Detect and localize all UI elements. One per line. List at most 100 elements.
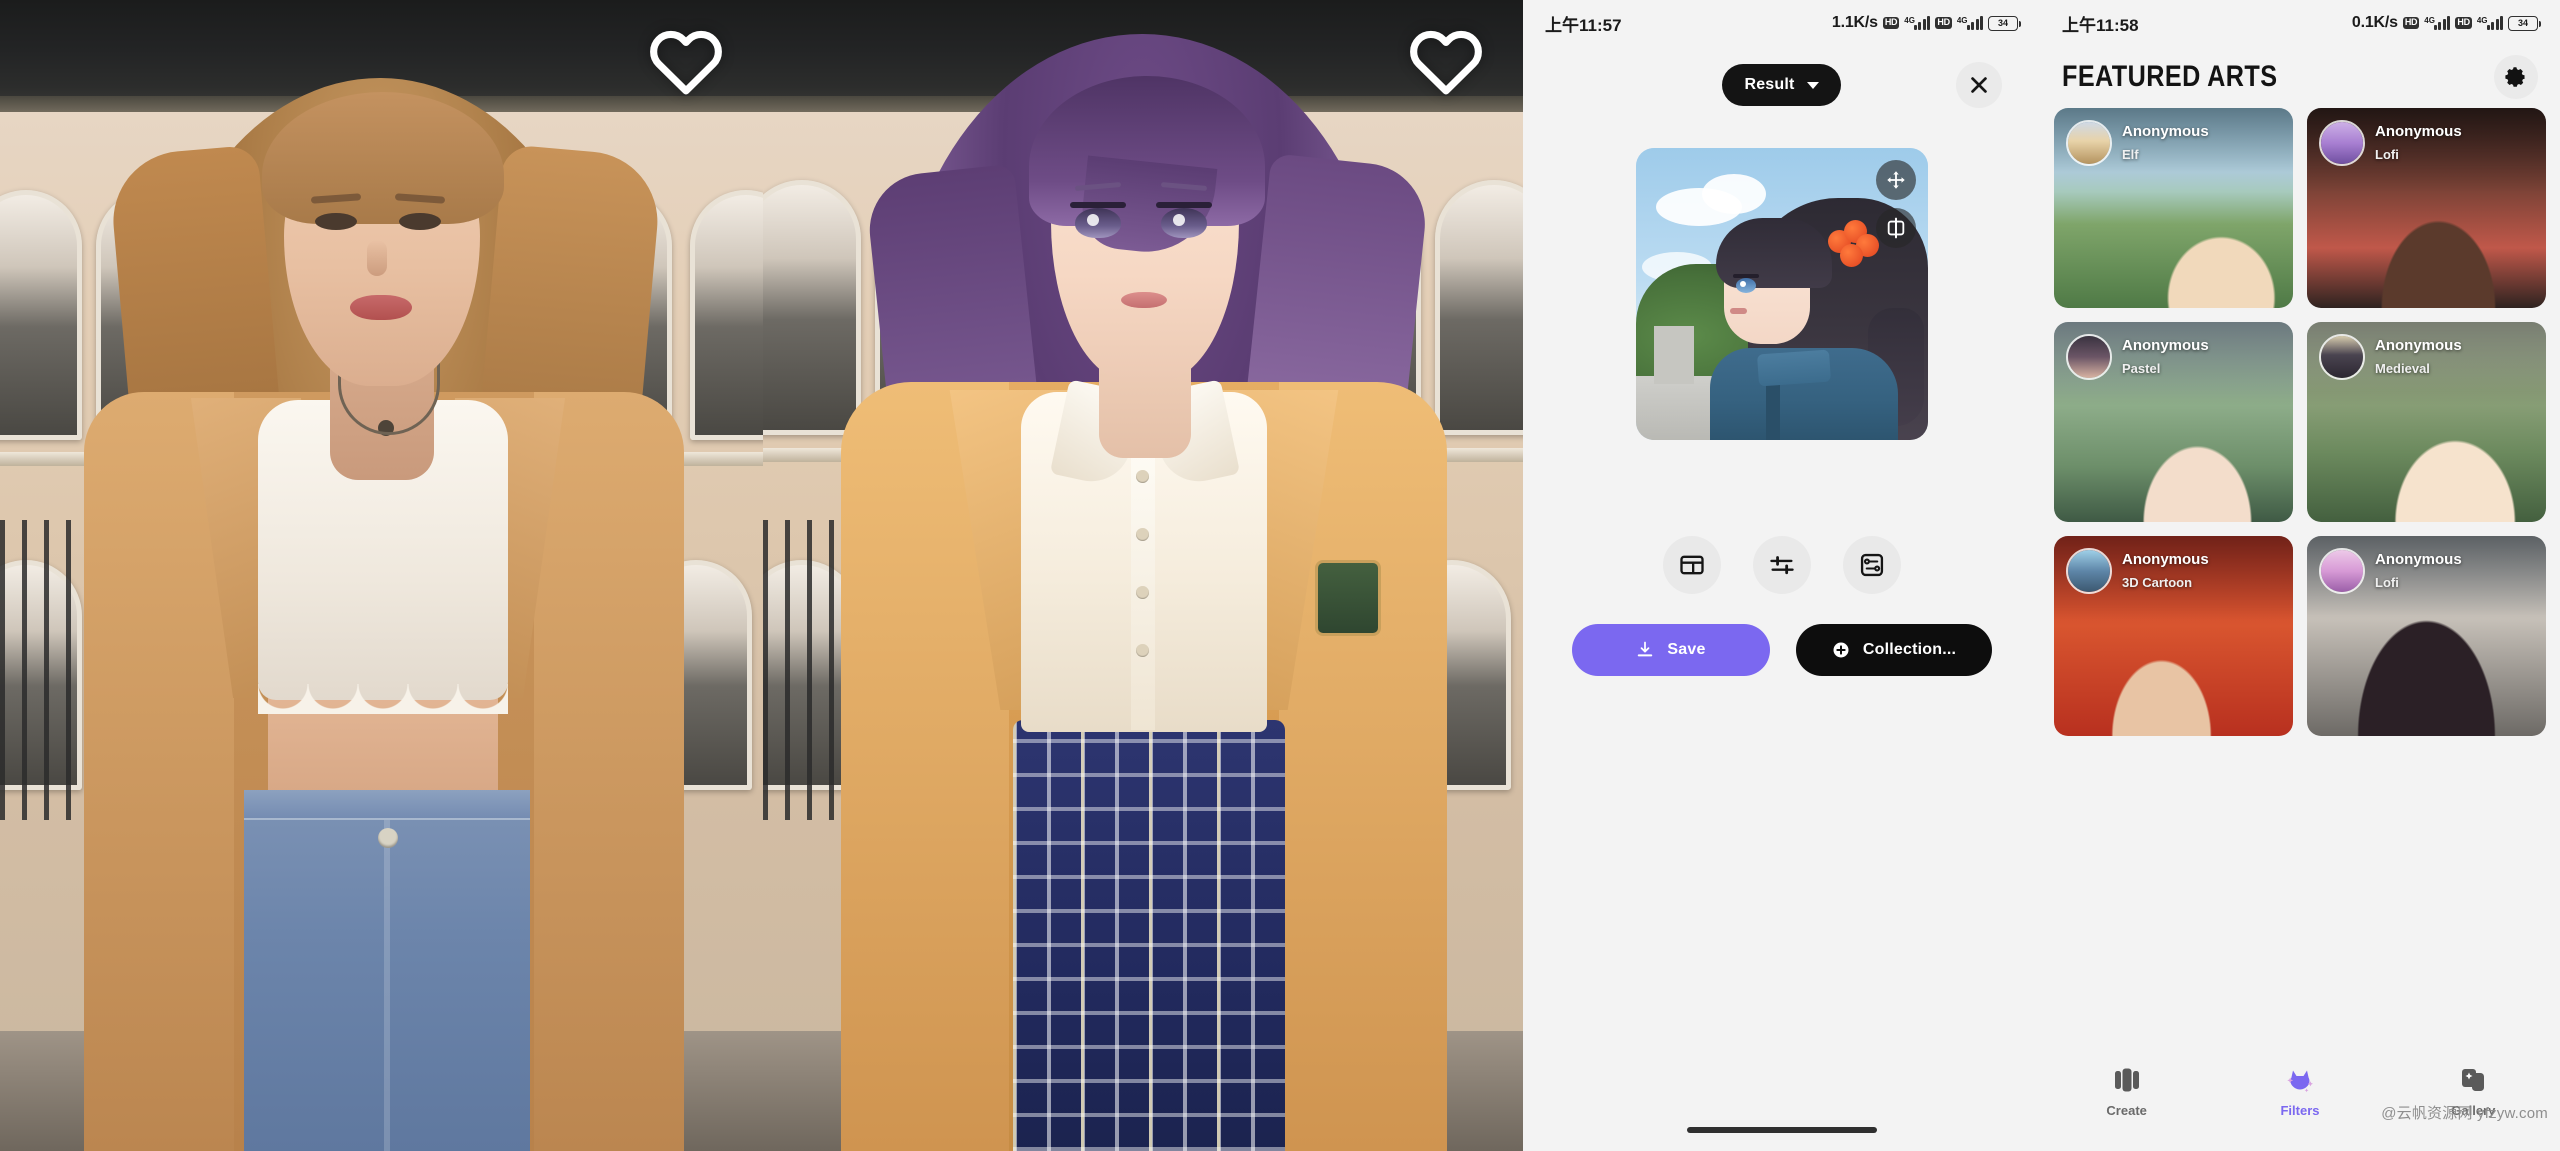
move-arrows-icon: [1886, 171, 1905, 189]
collar: [1756, 349, 1831, 387]
network-speed: 1.1K/s: [1831, 14, 1878, 31]
shirt-button: [1136, 470, 1149, 483]
signal-icon-2: 4G: [2477, 16, 2503, 30]
card-texts: Anonymous Lofi: [2375, 120, 2462, 162]
signal-icon-1: 4G: [1904, 16, 1931, 30]
card-style-label: Elf: [2122, 147, 2139, 163]
card-username: Anonymous: [2122, 123, 2209, 140]
eye: [1735, 278, 1756, 293]
shirt-button: [1136, 586, 1149, 599]
compare-split-icon: [1887, 217, 1904, 239]
move-button[interactable]: [1875, 160, 1916, 200]
watermark: @云帆资源网 yfzyw.com: [2381, 1105, 2548, 1122]
signal-bars-1: [1913, 16, 1931, 30]
flower-hairpin: [1827, 220, 1880, 270]
eye-right: [398, 213, 441, 230]
collection-button[interactable]: Collection...: [1795, 624, 1992, 676]
anime-photo-canvas: [763, 0, 1523, 1151]
settings-tool-button[interactable]: [1842, 536, 1901, 594]
art-card[interactable]: Anonymous Pastel: [2054, 322, 2293, 522]
editor-action-row: Save Collection...: [1523, 624, 2040, 676]
signal-icon-1: 4G: [2424, 16, 2451, 30]
card-style-label: Medieval: [2375, 361, 2430, 377]
heart-icon[interactable]: [647, 24, 725, 96]
signal-icon-2: 4G: [1957, 16, 1983, 30]
anime-photo-panel[interactable]: [763, 0, 1523, 1151]
result-image-preview[interactable]: [1635, 148, 1928, 440]
cards-stack-icon: [2110, 1063, 2144, 1097]
shirt-button: [1136, 644, 1149, 657]
compare-button[interactable]: [1875, 208, 1916, 248]
jeans-waistband: [243, 790, 530, 820]
card-username: Anonymous: [2122, 551, 2209, 568]
hd-badge-icon: HD: [1882, 17, 1900, 29]
coat-patch: [1315, 560, 1381, 636]
avatar[interactable]: [2319, 120, 2365, 166]
lips: [349, 295, 412, 320]
result-mode-button[interactable]: Result: [1722, 64, 1841, 106]
signal-bars-2: [2486, 16, 2503, 30]
card-username: Anonymous: [2375, 551, 2462, 568]
editor-tool-row: [1523, 536, 2040, 594]
download-icon: [1638, 641, 1653, 657]
jeans-button: [377, 828, 398, 848]
editor-top-bar: Result: [1523, 46, 2040, 124]
card-texts: Anonymous Pastel: [2122, 334, 2209, 376]
card-style-label: Lofi: [2375, 147, 2399, 163]
save-label: Save: [1667, 641, 1706, 658]
art-card[interactable]: Anonymous Lofi: [2307, 536, 2546, 736]
save-button[interactable]: Save: [1571, 624, 1770, 676]
eye-right: [1161, 208, 1207, 238]
nav-label-filters: Filters: [2280, 1103, 2320, 1118]
art-card[interactable]: Anonymous 3D Cartoon: [2054, 536, 2293, 736]
avatar[interactable]: [2066, 548, 2112, 594]
nose: [366, 240, 387, 276]
card-meta: Anonymous Lofi: [2319, 120, 2462, 166]
network-speed: 0.1K/s: [2351, 14, 2398, 31]
home-indicator: [1686, 1127, 1877, 1133]
photo-stack-icon: [2456, 1063, 2490, 1097]
collection-label: Collection...: [1862, 641, 1957, 658]
card-style-label: Lofi: [2375, 575, 2399, 591]
layout-tool-button[interactable]: [1662, 536, 1721, 594]
settings-button[interactable]: [2494, 55, 2538, 99]
hd-badge-icon-2: HD: [1935, 17, 1952, 29]
card-meta: Anonymous Elf: [2066, 120, 2209, 166]
status-indicators: 1.1K/s HD 4G HD 4G 34: [1831, 14, 2021, 32]
plus-circle-icon: [1833, 642, 1849, 658]
gear-icon: [2505, 67, 2525, 87]
battery-icon: 34: [1988, 15, 2021, 31]
plaid-skirt: [1013, 720, 1285, 1151]
status-indicators: 0.1K/s HD 4G HD 4G 34: [2351, 14, 2541, 32]
sliders-icon: [1769, 556, 1794, 575]
nav-item-create[interactable]: Create: [2040, 1063, 2213, 1118]
hd-badge-icon-2: HD: [2455, 17, 2472, 29]
cat-sparkle-icon: [2283, 1063, 2317, 1097]
card-username: Anonymous: [2122, 337, 2209, 354]
card-texts: Anonymous Lofi: [2375, 548, 2462, 590]
art-card[interactable]: Anonymous Elf: [2054, 108, 2293, 308]
art-card[interactable]: Anonymous Medieval: [2307, 322, 2546, 522]
art-card[interactable]: Anonymous Lofi: [2307, 108, 2546, 308]
avatar[interactable]: [2319, 334, 2365, 380]
avatar[interactable]: [2066, 120, 2112, 166]
shirt-button: [1136, 528, 1149, 541]
result-mode-label: Result: [1744, 76, 1795, 93]
adjust-tool-button[interactable]: [1752, 536, 1811, 594]
status-time: 上午11:58: [2062, 15, 2139, 35]
gallery-status-bar: 上午11:58 0.1K/s HD 4G HD 4G 34: [2040, 0, 2560, 46]
editor-status-bar: 上午11:57 1.1K/s HD 4G HD 4G 34: [1523, 0, 2040, 46]
nav-item-filters[interactable]: Filters: [2213, 1063, 2386, 1118]
signal-bars-1: [2433, 16, 2451, 30]
eye-left: [1075, 208, 1121, 238]
signal-bars-2: [1966, 16, 1983, 30]
battery-icon: 34: [2508, 15, 2541, 31]
close-button[interactable]: [1956, 62, 2002, 108]
editor-screen: 上午11:57 1.1K/s HD 4G HD 4G 34 Result Sav…: [1523, 0, 2040, 1151]
avatar[interactable]: [2319, 548, 2365, 594]
original-photo-panel[interactable]: [0, 0, 763, 1151]
lips: [1121, 292, 1167, 308]
screenshot-stage: 上午11:57 1.1K/s HD 4G HD 4G 34 Result Sav…: [0, 0, 2560, 1151]
avatar[interactable]: [2066, 334, 2112, 380]
heart-icon[interactable]: [1407, 24, 1485, 96]
